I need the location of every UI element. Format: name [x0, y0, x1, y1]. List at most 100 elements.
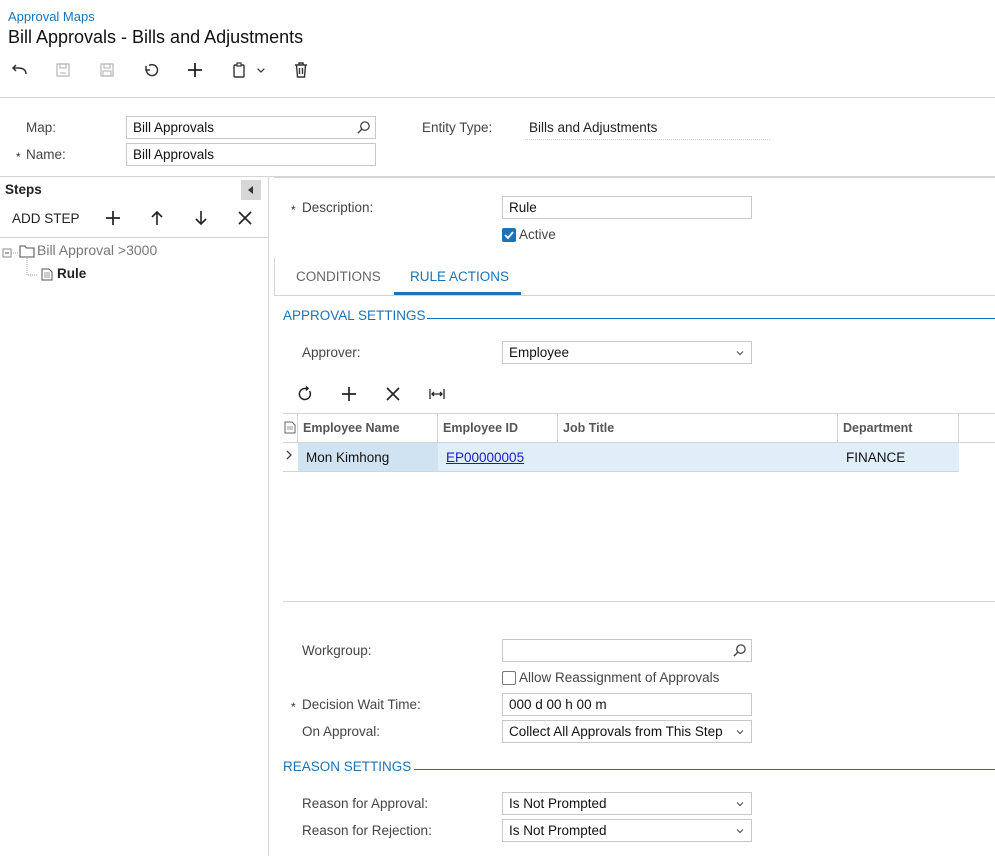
active-label: Active	[519, 227, 556, 242]
undo-button[interactable]	[139, 58, 163, 82]
arrow-up-icon	[151, 210, 163, 225]
add-rule-button[interactable]	[103, 208, 123, 228]
file-icon	[284, 421, 296, 434]
copy-paste-dropdown[interactable]	[251, 58, 271, 82]
move-up-button[interactable]	[147, 208, 167, 228]
decision-wait-label: Decision Wait Time:	[302, 697, 421, 712]
tab-conditions[interactable]: CONDITIONS	[296, 269, 381, 284]
save-close-button[interactable]	[51, 58, 75, 82]
approver-select[interactable]: Employee	[502, 341, 752, 364]
grid-header: Employee Name Employee ID Job Title Depa…	[283, 413, 995, 443]
job-title-cell[interactable]	[558, 443, 838, 471]
allow-reassignment-checkbox[interactable]	[502, 671, 516, 685]
table-row[interactable]: Mon Kimhong EP00000005 FINANCE	[283, 443, 959, 472]
name-label: Name:	[26, 147, 66, 162]
close-icon	[386, 387, 400, 401]
search-icon[interactable]	[732, 643, 747, 658]
reason-rejection-label: Reason for Rejection:	[302, 823, 432, 838]
entity-type-label: Entity Type:	[422, 120, 493, 135]
copy-paste-button[interactable]	[227, 58, 251, 82]
row-expander[interactable]	[283, 443, 298, 471]
row-selector-header[interactable]	[283, 414, 298, 443]
refresh-icon	[298, 386, 312, 401]
close-icon	[238, 211, 252, 225]
refresh-button[interactable]	[295, 384, 315, 404]
allow-reassignment-label: Allow Reassignment of Approvals	[519, 670, 720, 685]
column-header[interactable]: Employee ID	[438, 414, 558, 443]
steps-toolbar-divider	[0, 237, 268, 238]
required-mark: *	[291, 203, 296, 217]
chevron-right-icon	[286, 450, 292, 460]
department-cell[interactable]: FINANCE	[838, 443, 959, 471]
chevron-down-icon	[736, 829, 744, 834]
document-icon	[41, 268, 53, 281]
reason-rejection-select[interactable]: Is Not Prompted	[502, 819, 752, 842]
add-step-button[interactable]: ADD STEP	[12, 211, 80, 226]
add-row-button[interactable]	[339, 384, 359, 404]
chevron-down-icon	[736, 351, 744, 356]
column-header[interactable]: Department	[838, 414, 959, 443]
add-icon	[342, 387, 356, 401]
active-checkbox[interactable]	[502, 228, 516, 242]
column-header[interactable]: Job Title	[558, 414, 838, 443]
map-label: Map:	[26, 120, 57, 135]
check-icon	[504, 231, 514, 240]
right-pane-top-border	[274, 177, 995, 178]
delete-icon	[295, 62, 307, 78]
add-button[interactable]	[183, 58, 207, 82]
search-icon[interactable]	[356, 120, 371, 135]
workgroup-selector[interactable]	[502, 639, 752, 662]
reason-rejection-value: Is Not Prompted	[509, 823, 607, 838]
arrow-down-icon	[195, 211, 207, 226]
column-header[interactable]: Employee Name	[298, 414, 438, 443]
entity-type-underline	[525, 139, 770, 140]
undo-icon	[145, 63, 159, 77]
approver-value: Employee	[509, 345, 570, 360]
decision-wait-field[interactable]: 000 d 00 h 00 m	[502, 693, 752, 716]
delete-step-button[interactable]	[235, 208, 255, 228]
add-icon	[188, 63, 202, 77]
map-value: Bill Approvals	[133, 120, 215, 135]
folder-icon	[19, 245, 35, 258]
on-approval-select[interactable]: Collect All Approvals from This Step	[502, 720, 752, 743]
fit-columns-button[interactable]	[427, 384, 447, 404]
collapse-pane-button[interactable]	[241, 180, 261, 200]
steps-title: Steps	[5, 182, 42, 197]
save-icon	[100, 63, 114, 77]
reason-approval-select[interactable]: Is Not Prompted	[502, 792, 752, 815]
back-icon	[11, 64, 27, 75]
chevron-down-icon	[257, 68, 265, 73]
save-button[interactable]	[95, 58, 119, 82]
reason-settings-line	[414, 769, 995, 770]
description-label: Description:	[302, 200, 374, 215]
tree-node-step[interactable]: Bill Approval >3000	[37, 242, 157, 258]
copy-icon	[233, 62, 245, 78]
approval-settings-title: APPROVAL SETTINGS	[283, 308, 426, 323]
description-field[interactable]: Rule	[502, 196, 752, 219]
map-selector[interactable]: Bill Approvals	[126, 116, 376, 139]
required-mark: *	[291, 700, 296, 714]
back-button[interactable]	[7, 58, 31, 82]
required-mark: *	[16, 150, 21, 164]
delete-row-button[interactable]	[383, 384, 403, 404]
tabs-left-border	[274, 258, 275, 296]
employee-id-link[interactable]: EP00000005	[446, 450, 524, 465]
employee-id-cell[interactable]: EP00000005	[438, 443, 558, 471]
reason-approval-label: Reason for Approval:	[302, 796, 429, 811]
tree-node-rule[interactable]: Rule	[57, 266, 86, 281]
approver-label: Approver:	[302, 345, 361, 360]
tab-rule-actions[interactable]: RULE ACTIONS	[410, 269, 509, 284]
approval-settings-line	[427, 318, 995, 319]
entity-type-value: Bills and Adjustments	[529, 120, 658, 135]
page-title: Bill Approvals - Bills and Adjustments	[8, 27, 304, 47]
save-close-icon	[56, 63, 70, 77]
on-approval-value: Collect All Approvals from This Step	[509, 724, 723, 739]
fit-width-icon	[429, 389, 445, 399]
tabs-border	[274, 295, 995, 296]
name-field[interactable]: Bill Approvals	[126, 143, 376, 166]
delete-button[interactable]	[289, 58, 313, 82]
reason-approval-value: Is Not Prompted	[509, 796, 607, 811]
employee-name-cell[interactable]: Mon Kimhong	[298, 443, 438, 471]
breadcrumb[interactable]: Approval Maps	[8, 9, 95, 24]
move-down-button[interactable]	[191, 208, 211, 228]
